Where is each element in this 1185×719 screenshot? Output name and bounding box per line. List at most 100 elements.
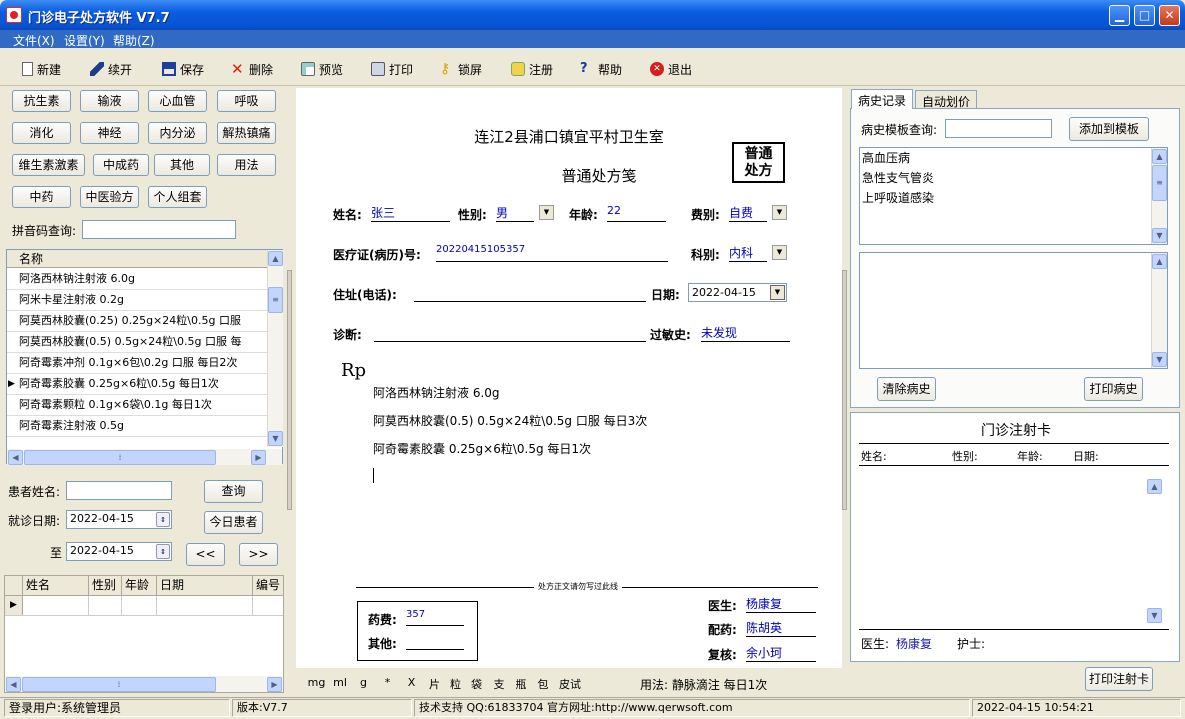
- category-button-neuro[interactable]: 神经: [80, 122, 139, 144]
- scroll-thumb[interactable]: ⁞: [22, 677, 216, 692]
- close-button[interactable]: ✕: [1159, 5, 1180, 26]
- patient-name-input[interactable]: [66, 481, 172, 500]
- scroll-down-icon[interactable]: ▼: [1147, 608, 1162, 623]
- dispenser-field[interactable]: 陈胡英: [746, 619, 816, 637]
- date-to-field[interactable]: 2022-04-15 ⇕: [66, 542, 172, 561]
- sex-select[interactable]: 男: [496, 204, 534, 222]
- new-button[interactable]: 新建: [22, 60, 61, 78]
- rx-drug-line[interactable]: 阿莫西林胶囊(0.5) 0.5g×24粒\0.5g 口服 每日3次: [373, 412, 647, 429]
- rx-drug-line[interactable]: 阿奇霉素胶囊 0.25g×6粒\0.5g 每日1次: [373, 440, 591, 457]
- category-button-antibiotic[interactable]: 抗生素: [12, 90, 71, 112]
- scroll-right-icon[interactable]: ▶: [267, 677, 282, 692]
- scroll-up-icon[interactable]: ▲: [1152, 254, 1167, 269]
- scroll-right-icon[interactable]: ▶: [251, 450, 266, 465]
- minimize-button[interactable]: ▁: [1109, 5, 1130, 26]
- col-name[interactable]: 姓名: [23, 576, 89, 595]
- right-splitter[interactable]: [842, 270, 847, 510]
- other-fee-field[interactable]: [406, 633, 464, 650]
- print-button[interactable]: 打印: [371, 60, 413, 78]
- category-button-vitamin[interactable]: 维生素激素: [12, 154, 85, 176]
- drug-list-item[interactable]: 阿莫西林胶囊(0.5) 0.5g×24粒\0.5g 口服 每: [7, 332, 267, 353]
- col-age[interactable]: 年龄: [122, 576, 157, 595]
- drug-list-hscroll[interactable]: ◀ ⁞ ▶: [7, 449, 282, 465]
- history-vscroll[interactable]: ▲ ≡ ▼: [1151, 148, 1167, 244]
- allergy-field[interactable]: 未发现: [701, 324, 790, 342]
- scroll-left-icon[interactable]: ◀: [8, 450, 23, 465]
- print-injection-card-button[interactable]: 打印注射卡: [1085, 667, 1153, 691]
- pinyin-search-input[interactable]: [82, 220, 236, 239]
- unit-button[interactable]: 支: [487, 676, 511, 692]
- spinner-icon[interactable]: ⇕: [156, 512, 170, 527]
- tab-history[interactable]: 病史记录: [851, 89, 914, 109]
- dept-dropdown-icon[interactable]: ▼: [772, 245, 787, 260]
- category-button-digestive[interactable]: 消化: [12, 122, 71, 144]
- unit-button[interactable]: 袋: [466, 676, 487, 692]
- col-id[interactable]: 编号: [253, 576, 283, 595]
- patient-table-hscroll[interactable]: ◀ ⁞ ▶: [5, 676, 283, 692]
- scroll-left-icon[interactable]: ◀: [6, 677, 21, 692]
- register-button[interactable]: 注册: [511, 60, 553, 78]
- menu-settings[interactable]: 设置(Y): [64, 32, 105, 49]
- spinner-icon[interactable]: ⇕: [156, 544, 170, 559]
- category-button-respiratory[interactable]: 呼吸: [217, 90, 276, 112]
- category-button-chinese-medicine[interactable]: 中药: [12, 186, 71, 208]
- drug-list-item[interactable]: 阿米卡星注射液 0.2g: [7, 290, 267, 311]
- left-splitter[interactable]: [287, 270, 292, 510]
- drug-list-item[interactable]: ▶ 阿奇霉素胶囊 0.25g×6粒\0.5g 每日1次: [7, 374, 267, 395]
- menu-file[interactable]: 文件(X): [13, 32, 55, 49]
- diagnosis-field[interactable]: [374, 324, 646, 342]
- drug-list-item[interactable]: 阿莫西林胶囊(0.25) 0.25g×24粒\0.5g 口服: [7, 311, 267, 332]
- continue-button[interactable]: 续开: [90, 60, 132, 78]
- unit-button[interactable]: mg: [304, 676, 329, 692]
- print-history-button[interactable]: 打印病史: [1084, 377, 1143, 401]
- col-sex[interactable]: 性别: [89, 576, 122, 595]
- category-button-infusion[interactable]: 输液: [80, 90, 139, 112]
- dept-select[interactable]: 内科: [729, 244, 767, 262]
- history-text-vscroll[interactable]: ▲ ▼: [1151, 253, 1167, 368]
- table-row[interactable]: ▶: [5, 596, 283, 616]
- tab-pricing[interactable]: 自动划价: [915, 90, 978, 109]
- lock-button[interactable]: ⚷ 锁屏: [440, 60, 482, 78]
- history-item[interactable]: 高血压病: [862, 149, 934, 169]
- scroll-up-icon[interactable]: ▲: [1152, 149, 1167, 164]
- scroll-thumb[interactable]: ≡: [1152, 165, 1167, 201]
- unit-button[interactable]: g: [351, 676, 376, 692]
- maximize-button[interactable]: □: [1134, 5, 1155, 26]
- unit-button[interactable]: 片: [424, 676, 445, 692]
- category-button-personal-set[interactable]: 个人组套: [148, 186, 207, 208]
- fee-dropdown-icon[interactable]: ▼: [772, 205, 787, 220]
- age-field[interactable]: 22: [607, 204, 666, 222]
- col-date[interactable]: 日期: [157, 576, 253, 595]
- drug-list-vscroll[interactable]: ▲ ≡ ▼: [267, 250, 283, 447]
- calendar-dropdown-icon[interactable]: ▼: [770, 285, 785, 300]
- today-patients-button[interactable]: 今日患者: [204, 511, 263, 534]
- clear-history-button[interactable]: 清除病史: [877, 377, 936, 401]
- delete-button[interactable]: ✕ 删除: [231, 60, 273, 78]
- template-query-input[interactable]: [945, 119, 1052, 138]
- category-button-endocrine[interactable]: 内分泌: [148, 122, 207, 144]
- date-from-field[interactable]: 2022-04-15 ⇕: [66, 510, 172, 529]
- history-text-area[interactable]: ▲ ▼: [859, 252, 1168, 369]
- category-button-other[interactable]: 其他: [154, 154, 210, 176]
- drug-list-item[interactable]: 阿洛西林钠注射液 6.0g: [7, 269, 267, 290]
- add-to-template-button[interactable]: 添加到模板: [1069, 117, 1149, 141]
- drug-list-item[interactable]: 阿奇霉素注射液 0.5g: [7, 416, 267, 437]
- query-button[interactable]: 查询: [204, 480, 263, 503]
- scroll-up-icon[interactable]: ▲: [1147, 479, 1162, 494]
- unit-button[interactable]: X: [399, 676, 424, 692]
- sex-dropdown-icon[interactable]: ▼: [539, 205, 554, 220]
- scroll-up-icon[interactable]: ▲: [268, 251, 283, 266]
- unit-button[interactable]: 包: [531, 676, 555, 692]
- drug-list-item[interactable]: 阿奇霉素颗粒 0.1g×6袋\0.1g 每日1次: [7, 395, 267, 416]
- scroll-down-icon[interactable]: ▼: [1152, 352, 1167, 367]
- category-button-tcm-recipe[interactable]: 中医验方: [80, 186, 139, 208]
- drug-list-item[interactable]: 阿奇霉素冲剂 0.1g×6包\0.2g 口服 每日2次: [7, 353, 267, 374]
- scroll-thumb[interactable]: ⁞: [24, 450, 216, 465]
- patient-name-field[interactable]: 张三: [371, 204, 450, 222]
- exit-button[interactable]: ✕ 退出: [650, 60, 692, 78]
- rx-date-picker[interactable]: 2022-04-15 ▼: [688, 283, 787, 302]
- reviewer-field[interactable]: 余小珂: [746, 644, 816, 662]
- category-button-antipyretic[interactable]: 解热镇痛: [217, 122, 276, 144]
- record-number-field[interactable]: 20220415105357: [436, 244, 668, 262]
- unit-button[interactable]: 瓶: [511, 676, 531, 692]
